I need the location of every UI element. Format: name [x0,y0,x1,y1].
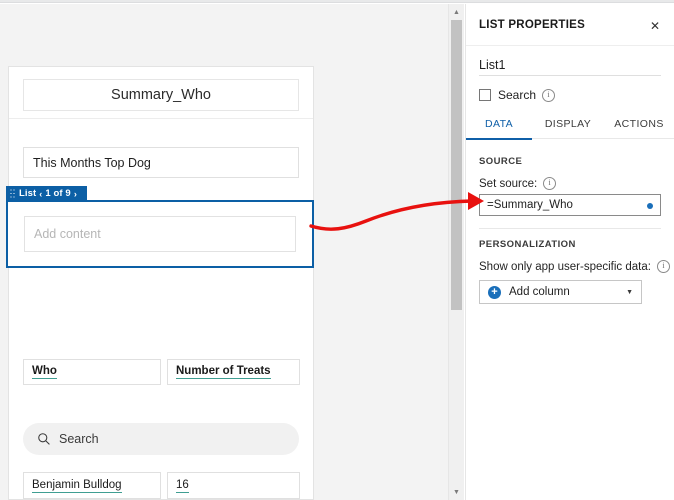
list-badge-pager: 1 of 9 [45,188,71,199]
set-source-value: =Summary_Who [487,199,573,211]
canvas-search-placeholder: Search [59,432,99,446]
list-control-selected[interactable]: Add content [6,200,314,268]
search-checkbox-label: Search [498,88,537,102]
user-specific-data-label-row: Show only app user-specific data: i [479,260,670,273]
window-top-edge [0,0,674,3]
section-divider [479,228,661,229]
source-section-heading: SOURCE [479,156,523,167]
plus-circle-icon: + [488,285,501,299]
info-icon[interactable]: i [543,177,557,190]
table-row-cell-who[interactable]: Benjamin Bulldog [23,472,161,499]
list-properties-panel: LIST PROPERTIES ✕ List1 Search i DATA DI… [465,4,674,500]
screen-title-band: Summary_Who [9,67,313,119]
column-header-number-of-treats-label: Number of Treats [176,365,271,379]
screen-title-label[interactable]: Summary_Who [23,79,299,111]
tab-display[interactable]: DISPLAY [532,111,604,138]
search-checkbox[interactable] [479,89,491,101]
list-badge-label: List [19,188,37,199]
add-column-label: Add column [509,286,570,298]
search-icon [38,433,50,445]
canvas-search-input[interactable]: Search [23,423,299,455]
list-control-badge[interactable]: List ‹ 1 of 9 › [6,186,87,201]
app-screen-card: Summary_Who This Months Top Dog Who Numb… [8,66,314,500]
info-icon[interactable]: i [542,88,556,102]
user-specific-data-label: Show only app user-specific data: [479,260,651,273]
properties-panel-header: LIST PROPERTIES ✕ [466,4,674,46]
personalization-section-heading: PERSONALIZATION [479,239,576,250]
set-source-label-row: Set source: i [479,177,557,190]
set-source-input[interactable]: =Summary_Who [479,194,661,216]
tab-data[interactable]: DATA [466,111,532,140]
properties-tabs: DATA DISPLAY ACTIONS [466,111,674,140]
subtitle-label[interactable]: This Months Top Dog [23,147,299,178]
info-icon[interactable]: i [656,260,670,273]
caret-up-icon[interactable]: ▲ [449,4,464,20]
add-content-placeholder-box[interactable]: Add content [24,216,296,252]
control-name-field[interactable]: List1 [479,54,661,76]
caret-down-icon[interactable]: ▼ [626,289,633,296]
set-source-label: Set source: [479,177,538,190]
canvas-scrollbar[interactable]: ▲ ▼ [448,4,464,500]
table-row-cell-who-value: Benjamin Bulldog [32,478,122,493]
add-content-placeholder-label: Add content [34,227,101,241]
search-checkbox-row[interactable]: Search i [479,87,556,103]
close-icon[interactable]: ✕ [644,15,666,37]
drag-handle-icon[interactable] [10,189,15,198]
table-row-cell-treats-value: 16 [176,478,189,493]
tab-actions[interactable]: ACTIONS [604,111,674,138]
column-header-who[interactable]: Who [23,359,161,385]
app-design-canvas: Summary_Who This Months Top Dog Who Numb… [0,4,448,500]
column-header-number-of-treats[interactable]: Number of Treats [167,359,300,385]
add-column-dropdown[interactable]: + Add column ▼ [479,280,642,304]
table-row-cell-treats[interactable]: 16 [167,472,300,499]
column-header-who-label: Who [32,365,57,379]
filled-dot-icon [647,203,653,209]
chevron-right-icon[interactable]: › [71,189,80,199]
panel-title: LIST PROPERTIES [479,19,585,31]
caret-down-icon[interactable]: ▼ [449,484,464,500]
chevron-left-icon[interactable]: ‹ [36,189,45,199]
scrollbar-thumb[interactable] [451,20,462,310]
